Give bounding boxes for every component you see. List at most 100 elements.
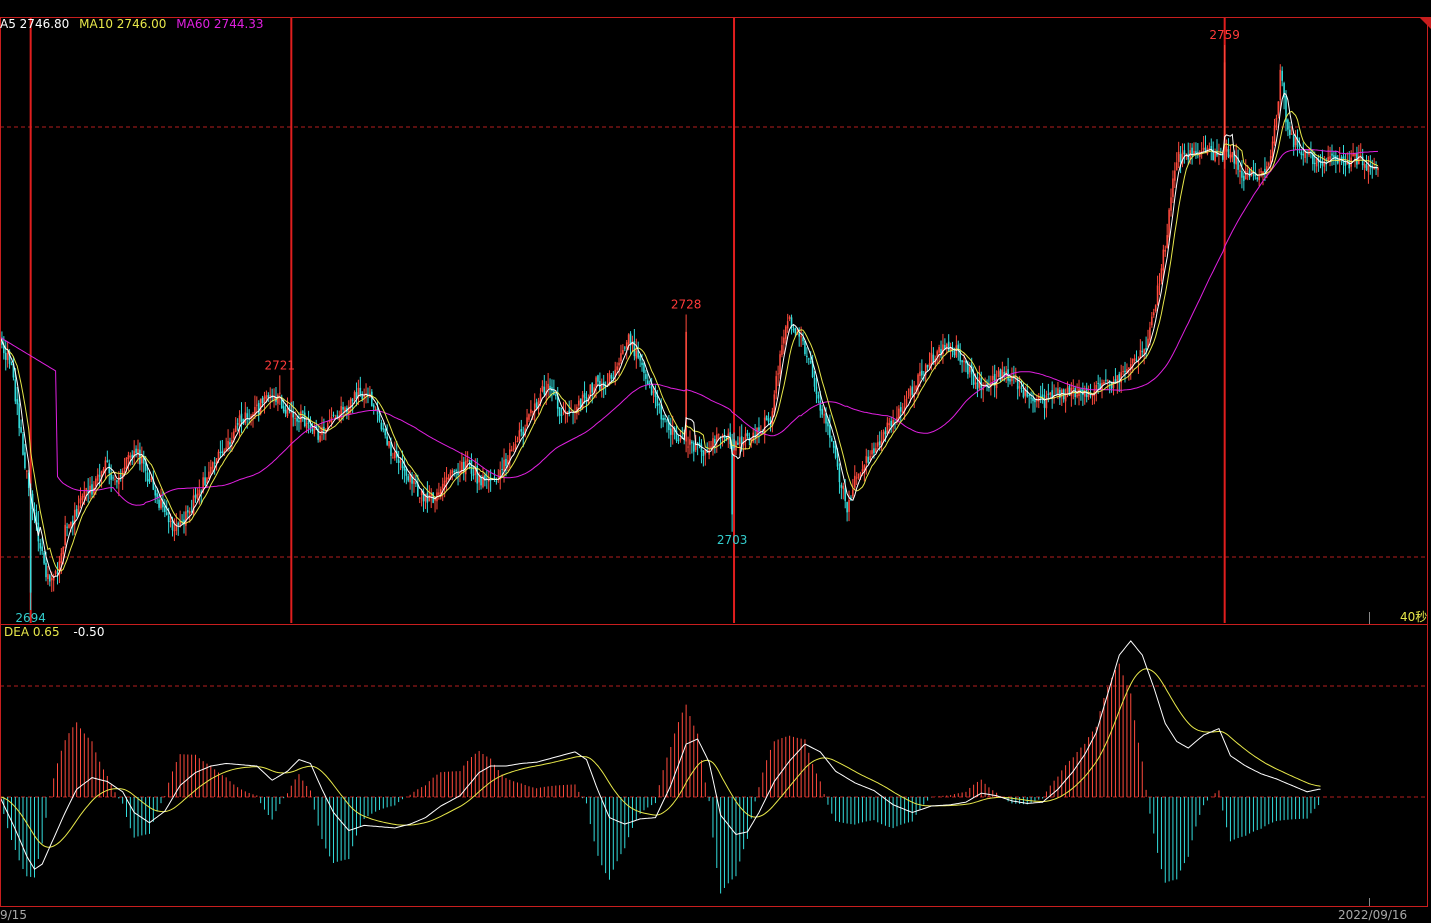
candle-body [1106,380,1109,382]
candle-body [702,450,705,456]
candle-body [689,439,691,445]
candle-body [746,432,749,437]
candle-body [618,362,620,366]
candle-body [1225,146,1228,152]
candle-body [380,422,383,430]
candle-body [853,475,856,488]
candle-body [16,399,19,405]
candle-body [660,404,663,420]
candle-body [123,467,126,470]
candle-body [777,373,779,375]
candle-body [884,430,887,435]
candle-body [1275,117,1278,127]
candle-body [244,412,247,423]
candle-body [1162,249,1165,271]
candle-body [1227,149,1230,157]
candle-body [700,444,703,452]
candle-body [562,412,565,414]
candle-body [1097,382,1099,384]
candle-body [227,441,229,448]
candle-body [930,352,933,366]
candle-body [1020,387,1023,389]
candle-body [921,370,923,376]
candle-body [267,395,270,398]
candle-body [359,387,362,395]
candle-body [1290,133,1293,135]
candle-body [1302,153,1305,156]
candle-body [809,361,812,363]
candle-body [273,397,275,400]
candle-body [6,352,9,361]
candle-body [1323,162,1326,167]
candle-body [208,471,210,479]
candle-body [284,409,287,414]
candle-body [1352,154,1354,156]
candle-body [233,431,235,439]
candle-body [846,502,848,513]
candle-body [821,408,824,415]
candle-body [1143,349,1145,354]
candle-body [1277,101,1280,116]
candle-body [512,448,515,450]
candle-body [1315,158,1318,167]
candle-body [591,382,594,393]
candle-body [857,473,860,479]
candle-body [394,452,396,459]
candle-body [725,437,728,439]
candle-body [62,546,65,555]
candle-body [374,408,377,410]
candle-body [786,321,789,329]
candle-body [441,483,444,490]
candle-body [1241,170,1243,178]
candle-body [382,428,385,430]
candle-body [788,316,791,319]
candle-body [1047,393,1050,395]
candle-body [116,480,118,483]
candle-body [1009,378,1011,382]
candle-body [236,423,239,425]
candle-body [687,446,689,448]
candle-body [1110,382,1113,389]
candle-body [70,521,72,526]
candle-body [907,397,910,399]
candle-body [595,377,597,388]
candle-body [495,480,498,482]
candle-body [75,508,78,517]
candle-body [733,439,735,449]
candle-body [643,363,645,373]
candle-body [691,441,693,444]
candle-body [1246,168,1249,170]
candle-body [836,459,839,467]
candle-body [14,379,17,402]
candle-body [164,506,166,512]
candle-body [510,449,513,452]
candle-body [838,467,841,483]
candle-body [457,473,459,475]
candle-body [1377,167,1379,171]
candle-body [528,414,530,420]
candle-body [188,511,191,514]
candle-body [234,425,237,432]
candle-body [798,333,801,337]
end-date-label: 2022/09/16 [1338,908,1408,922]
candle-body [146,472,149,482]
candle-body [1057,388,1059,394]
candle-body [832,440,835,448]
candle-body [535,402,538,408]
candle-body [501,468,503,471]
candle-body [671,427,674,435]
candle-body [991,375,994,381]
candle-body [652,391,655,393]
candle-body [1195,151,1197,154]
candle-body [532,411,534,413]
candle-body [468,460,471,462]
candle-body [1133,358,1136,361]
candle-body [1313,162,1316,164]
candle-body [129,455,132,458]
candle-body [240,413,243,422]
candle-body [1128,367,1130,370]
candle-body [198,489,201,496]
candle-body [1156,285,1159,305]
market-chart[interactable]: 2721 2728 2703 2694 2759 [0,0,1431,923]
candle-body [623,347,626,349]
